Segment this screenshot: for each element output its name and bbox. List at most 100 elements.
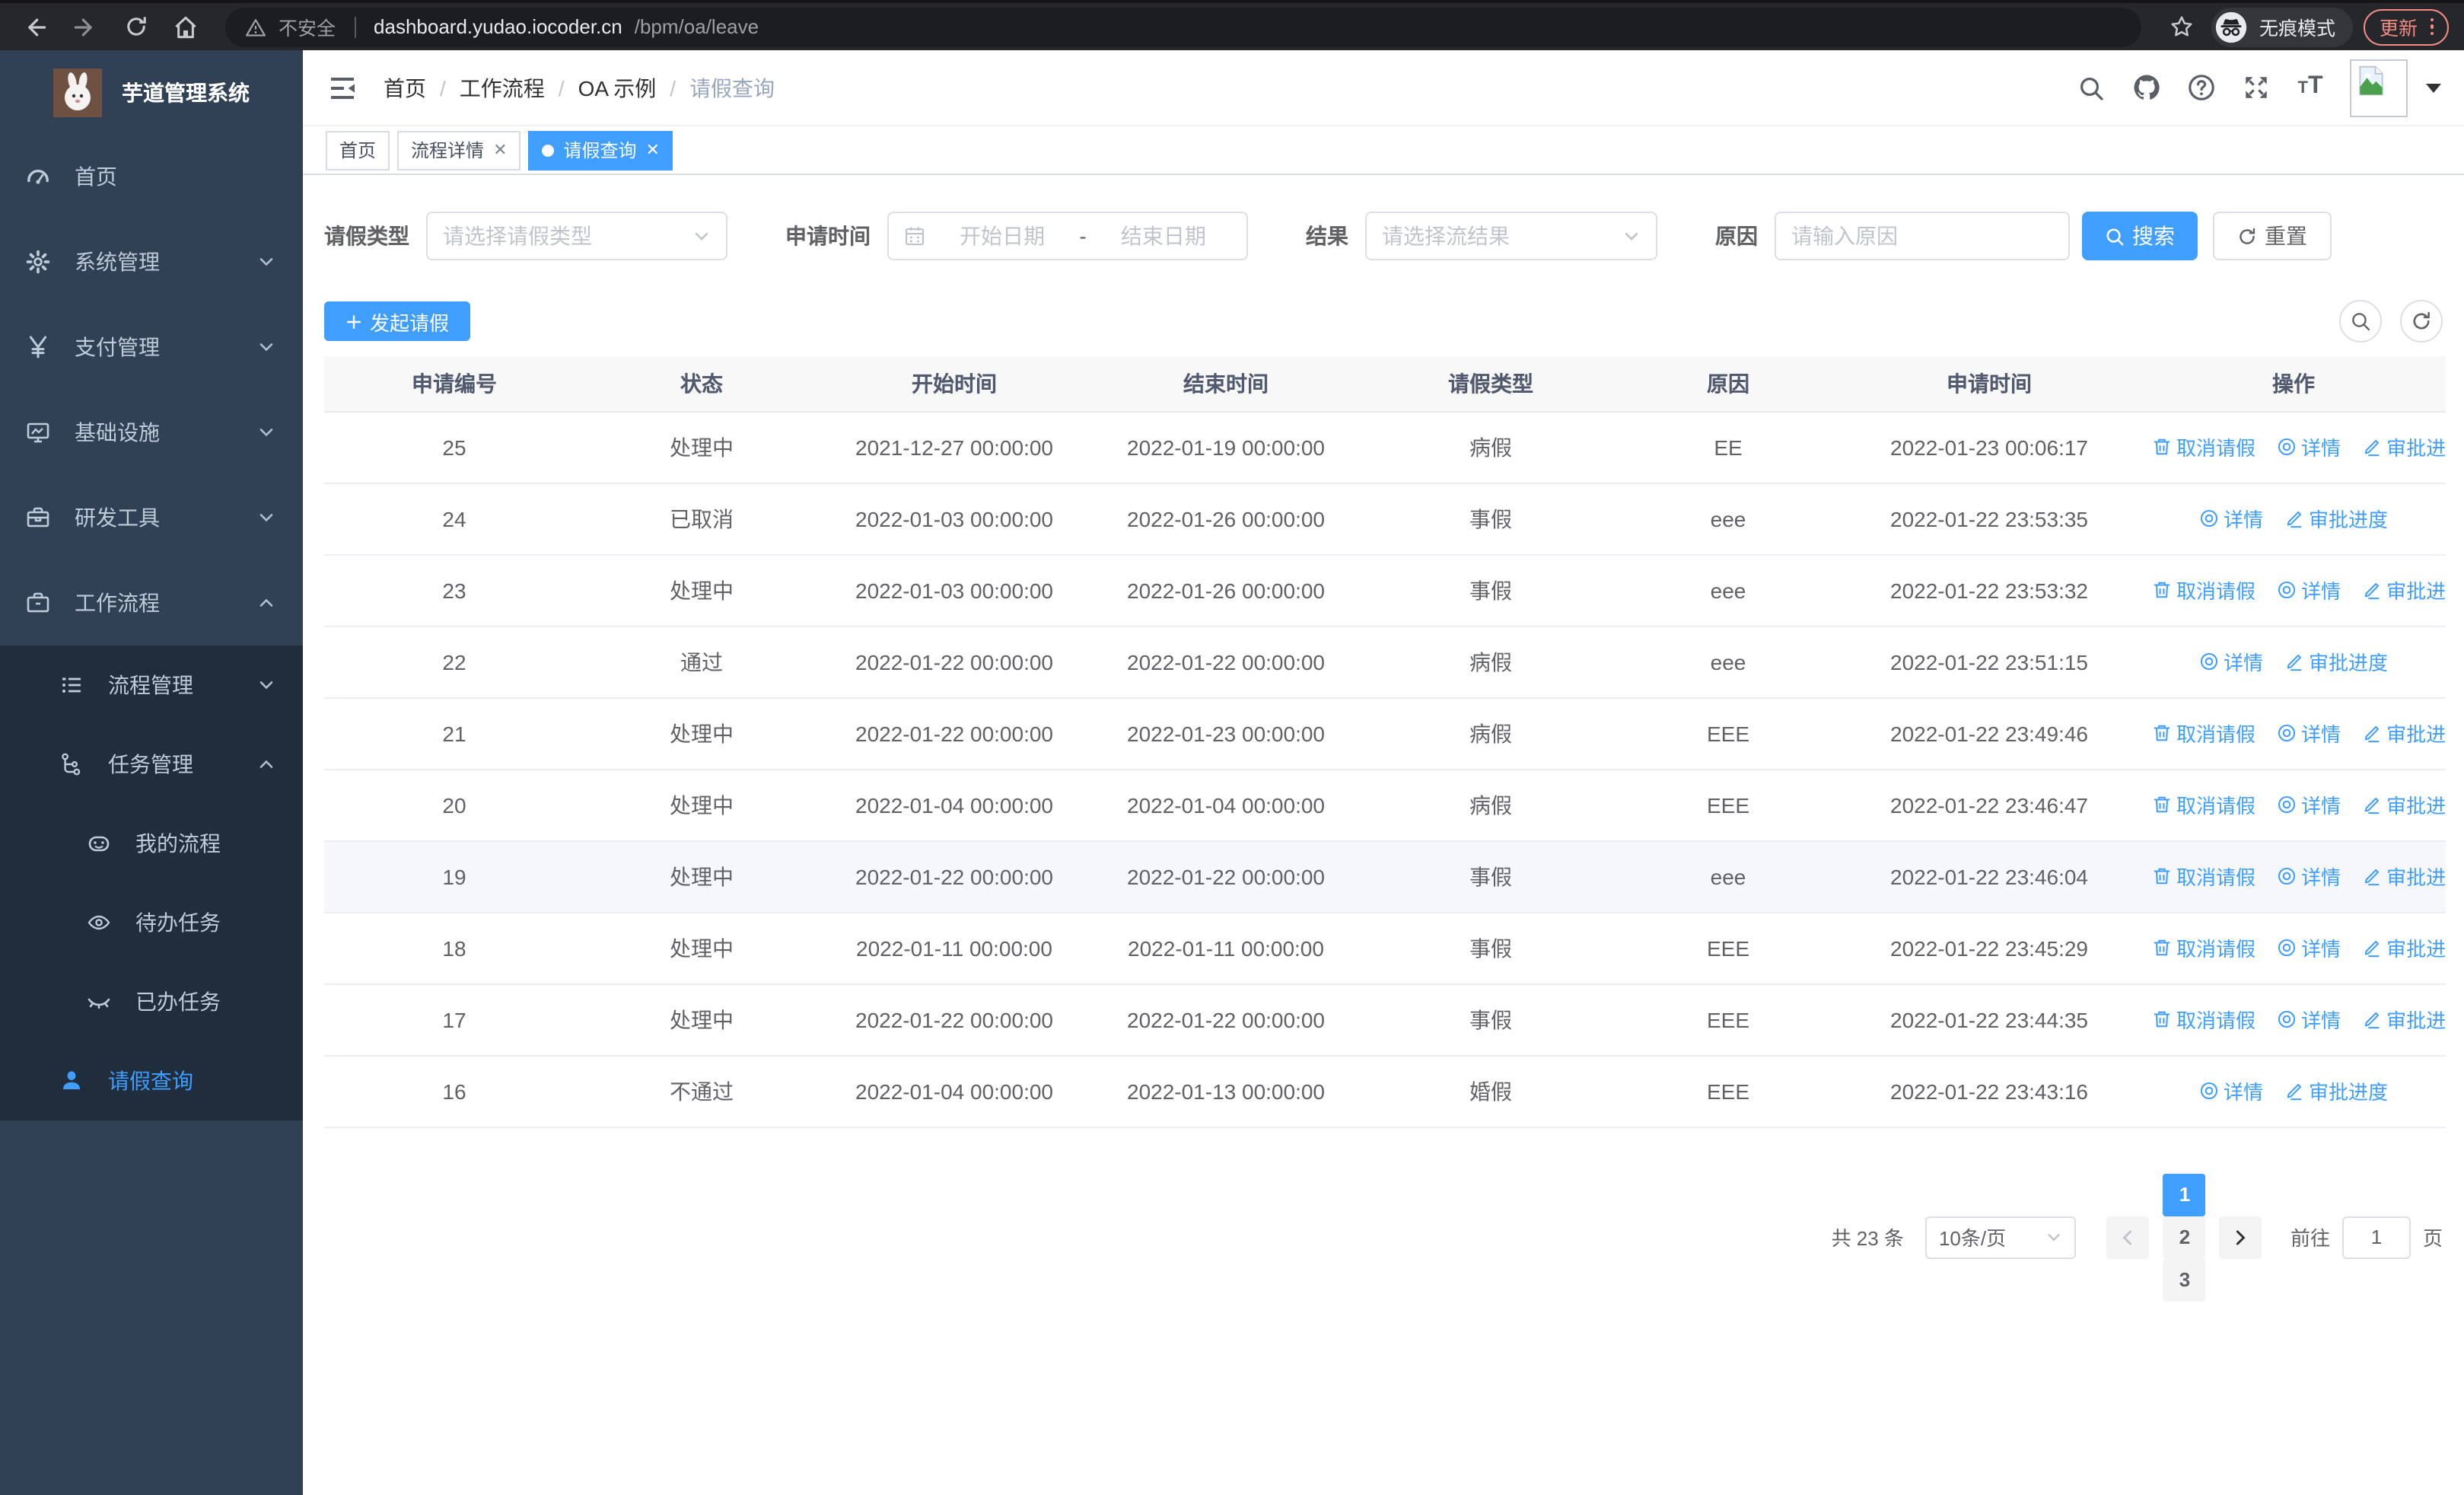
progress-action-link[interactable]: 审批进度 bbox=[2362, 719, 2446, 748]
page-button-3[interactable]: 3 bbox=[2163, 1258, 2206, 1301]
table-cell: 2022-01-04 00:00:00 bbox=[819, 1055, 1090, 1127]
progress-action-link[interactable]: 审批进度 bbox=[2284, 1076, 2388, 1105]
cancel-action-link[interactable]: 取消请假 bbox=[2152, 862, 2255, 891]
table-row: 19 处理中 2022-01-22 00:00:00 2022-01-22 00:00… bbox=[324, 840, 2446, 913]
apply-time-label: 申请时间 bbox=[785, 224, 871, 248]
forward-icon[interactable] bbox=[65, 7, 105, 46]
browser-menu-icon[interactable] bbox=[2430, 18, 2434, 36]
detail-action-link[interactable]: 详情 bbox=[2277, 1005, 2341, 1034]
progress-action-link[interactable]: 审批进度 bbox=[2362, 862, 2446, 891]
sidebar-item-process-mgmt[interactable]: 流程管理 bbox=[0, 645, 303, 725]
address-bar[interactable]: 不安全 dashboard.yudao.iocoder.cn/bpm/oa/le… bbox=[225, 7, 2142, 46]
progress-action-link[interactable]: 审批进度 bbox=[2362, 790, 2446, 819]
cancel-action-link[interactable]: 取消请假 bbox=[2152, 432, 2255, 461]
edit-icon bbox=[2362, 795, 2382, 814]
table-cell: 2022-01-23 00:06:17 bbox=[1837, 411, 2141, 483]
detail-action-link[interactable]: 详情 bbox=[2199, 647, 2263, 676]
start-date-placeholder: 开始日期 bbox=[960, 224, 1046, 248]
detail-action-link[interactable]: 详情 bbox=[2277, 933, 2341, 962]
cancel-action-link[interactable]: 取消请假 bbox=[2152, 933, 2255, 962]
row-actions: 取消请假详情审批进度 bbox=[2141, 912, 2446, 984]
goto-page-input[interactable] bbox=[2341, 1216, 2411, 1258]
close-icon[interactable]: ✕ bbox=[646, 140, 660, 160]
back-icon[interactable] bbox=[15, 7, 55, 46]
reason-input[interactable]: 请输入原因 bbox=[1775, 212, 2070, 260]
detail-action-link[interactable]: 详情 bbox=[2277, 790, 2341, 819]
apply-time-range-input[interactable]: 开始日期 - 结束日期 bbox=[887, 212, 1248, 260]
sidebar-item-payment-mgmt[interactable]: 支付管理 bbox=[0, 304, 303, 390]
home-icon[interactable] bbox=[166, 7, 205, 46]
tab-首页[interactable]: 首页 bbox=[326, 130, 390, 170]
breadcrumb-item[interactable]: OA 示例 bbox=[578, 72, 657, 103]
table-cell: EEE bbox=[1619, 912, 1837, 984]
breadcrumb-item[interactable]: 首页 bbox=[384, 72, 426, 103]
font-size-icon[interactable]: TT bbox=[2295, 72, 2326, 103]
sidebar-item-infrastructure[interactable]: 基础设施 bbox=[0, 390, 303, 475]
update-button[interactable]: 更新 bbox=[2364, 8, 2449, 45]
help-icon[interactable] bbox=[2185, 72, 2216, 103]
edit-icon bbox=[2362, 938, 2382, 958]
create-leave-button[interactable]: 发起请假 bbox=[324, 301, 471, 341]
sidebar-item-home[interactable]: 首页 bbox=[0, 134, 303, 219]
detail-action-link[interactable]: 详情 bbox=[2277, 862, 2341, 891]
sidebar-item-leave-query[interactable]: 请假查询 bbox=[0, 1041, 303, 1120]
progress-action-link[interactable]: 审批进度 bbox=[2284, 647, 2388, 676]
result-select[interactable]: 请选择流结果 bbox=[1365, 212, 1657, 260]
toolbox-icon bbox=[26, 505, 50, 530]
leave-type-select[interactable]: 请选择请假类型 bbox=[426, 212, 727, 260]
page-button-2[interactable]: 2 bbox=[2163, 1216, 2206, 1258]
view-icon bbox=[2277, 866, 2297, 886]
sidebar-item-done-tasks[interactable]: 已办任务 bbox=[0, 962, 303, 1041]
table-cell: 2022-01-22 00:00:00 bbox=[819, 983, 1090, 1056]
sidebar-item-system-mgmt[interactable]: 系统管理 bbox=[0, 219, 303, 304]
page-button-1[interactable]: 1 bbox=[2163, 1173, 2206, 1216]
close-icon[interactable]: ✕ bbox=[493, 140, 507, 160]
page-size-select[interactable]: 10条/页 bbox=[1924, 1216, 2076, 1258]
detail-action-link[interactable]: 详情 bbox=[2277, 719, 2341, 748]
chevron-down-icon bbox=[257, 676, 275, 694]
row-actions: 取消请假详情审批进度 bbox=[2141, 554, 2446, 626]
table-cell: 21 bbox=[324, 697, 584, 770]
detail-action-link[interactable]: 详情 bbox=[2277, 432, 2341, 461]
detail-action-link[interactable]: 详情 bbox=[2199, 1076, 2263, 1105]
tab-流程详情[interactable]: 流程详情 ✕ bbox=[397, 130, 521, 170]
reset-button[interactable]: 重置 bbox=[2213, 212, 2332, 260]
sidebar-toggle-icon[interactable] bbox=[326, 71, 359, 104]
sidebar-item-my-process[interactable]: 我的流程 bbox=[0, 804, 303, 883]
table-cell: 2022-01-22 23:53:32 bbox=[1837, 554, 2141, 626]
fullscreen-icon[interactable] bbox=[2240, 72, 2271, 103]
app-logo[interactable]: 芋道管理系统 bbox=[0, 50, 303, 134]
detail-action-link[interactable]: 详情 bbox=[2277, 575, 2341, 604]
sidebar-item-todo-tasks[interactable]: 待办任务 bbox=[0, 883, 303, 962]
tab-请假查询[interactable]: 请假查询 ✕ bbox=[528, 130, 673, 170]
search-icon[interactable] bbox=[2076, 72, 2106, 103]
progress-action-link[interactable]: 审批进度 bbox=[2362, 1005, 2446, 1034]
bookmark-star-icon[interactable] bbox=[2162, 7, 2201, 46]
chevron-down-icon[interactable] bbox=[2426, 83, 2441, 92]
show-search-button[interactable] bbox=[2339, 300, 2382, 343]
refresh-table-button[interactable] bbox=[2400, 300, 2443, 343]
detail-action-link[interactable]: 详情 bbox=[2199, 504, 2263, 533]
cancel-action-link[interactable]: 取消请假 bbox=[2152, 575, 2255, 604]
sidebar-item-dev-tools[interactable]: 研发工具 bbox=[0, 475, 303, 560]
avatar[interactable] bbox=[2350, 59, 2408, 116]
sidebar-item-workflow[interactable]: 工作流程 bbox=[0, 560, 303, 645]
table-cell: 16 bbox=[324, 1055, 584, 1127]
security-label[interactable]: 不安全 bbox=[279, 12, 336, 41]
search-button[interactable]: 搜索 bbox=[2082, 212, 2198, 260]
sidebar-item-task-mgmt[interactable]: 任务管理 bbox=[0, 725, 303, 804]
cancel-action-link[interactable]: 取消请假 bbox=[2152, 719, 2255, 748]
progress-action-link[interactable]: 审批进度 bbox=[2284, 504, 2388, 533]
progress-action-link[interactable]: 审批进度 bbox=[2362, 933, 2446, 962]
prev-page-button[interactable] bbox=[2106, 1216, 2150, 1258]
cancel-action-link[interactable]: 取消请假 bbox=[2152, 1005, 2255, 1034]
reload-icon[interactable] bbox=[116, 7, 155, 46]
progress-action-link[interactable]: 审批进度 bbox=[2362, 432, 2446, 461]
progress-action-link[interactable]: 审批进度 bbox=[2362, 575, 2446, 604]
edit-icon bbox=[2362, 1009, 2382, 1029]
next-page-button[interactable] bbox=[2219, 1216, 2262, 1258]
github-icon[interactable] bbox=[2131, 72, 2161, 103]
cancel-action-link[interactable]: 取消请假 bbox=[2152, 790, 2255, 819]
breadcrumb-item[interactable]: 工作流程 bbox=[460, 72, 545, 103]
table-cell: EE bbox=[1619, 411, 1837, 483]
